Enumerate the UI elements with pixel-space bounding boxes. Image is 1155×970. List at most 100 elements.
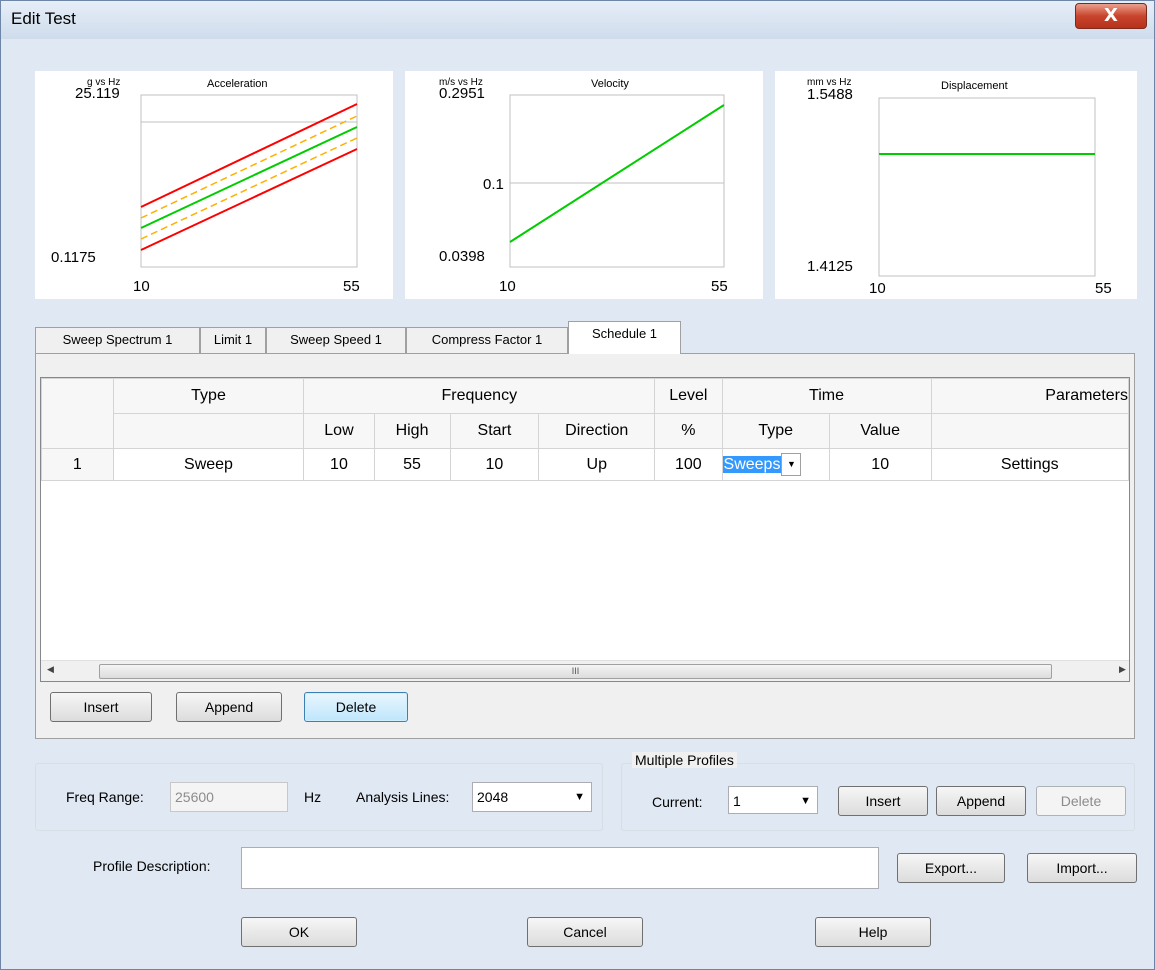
velocity-frame — [509, 94, 725, 268]
close-button[interactable]: X — [1075, 3, 1147, 29]
window-title: Edit Test — [11, 9, 76, 28]
velocity-title: Velocity — [591, 78, 629, 90]
profile-delete-button[interactable]: Delete — [1036, 786, 1126, 816]
subheader-time-value: Value — [828, 413, 932, 449]
velocity-plot: m/s vs Hz 0.2951 Velocity 0.1 0.0398 10 … — [439, 77, 728, 295]
displacement-ymin: 1.4125 — [807, 258, 853, 275]
import-button[interactable]: Import... — [1027, 853, 1137, 883]
cell-time-value[interactable]: 10 — [828, 448, 932, 481]
ok-button[interactable]: OK — [241, 917, 357, 947]
cell-type[interactable]: Sweep — [112, 448, 305, 481]
header-frequency: Frequency — [303, 378, 656, 414]
tab-schedule[interactable]: Schedule 1 — [568, 321, 681, 354]
velocity-xmax: 55 — [711, 278, 728, 295]
acceleration-lower-abort-line — [140, 148, 358, 251]
profile-description-field[interactable] — [241, 847, 879, 889]
displacement-chart: mm vs Hz 1.5488 Displacement 1.4125 10 5… — [775, 71, 1137, 299]
acceleration-upper-abort-line — [140, 103, 358, 208]
current-profile-label: Current: — [652, 794, 703, 810]
current-profile-value: 1 — [733, 793, 741, 809]
multiple-profiles-group: Multiple Profiles Current: 1 ▼ Insert Ap… — [621, 752, 1135, 831]
subheader-parameters-empty — [930, 413, 1129, 449]
header-time: Time — [721, 378, 932, 414]
displacement-ymax: 1.5488 — [807, 86, 853, 103]
acceleration-upper-alarm-line — [140, 115, 358, 219]
horizontal-scrollbar[interactable]: ◀ III ▶ — [41, 660, 1129, 681]
scroll-grip-icon: III — [571, 666, 580, 676]
acceleration-plot: g vs Hz 25.119 Acceleration 0.1175 10 55 — [51, 77, 360, 295]
freq-range-label: Freq Range: — [66, 789, 144, 805]
cell-high[interactable]: 55 — [373, 448, 451, 481]
title-bar[interactable]: Edit Test X — [1, 1, 1154, 39]
header-level: Level — [654, 378, 723, 414]
schedule-panel: Type Frequency Level Time Parameters Low… — [35, 353, 1135, 739]
grid-delete-button[interactable]: Delete — [304, 692, 408, 722]
current-profile-select[interactable]: 1 ▼ — [728, 786, 818, 814]
velocity-chart: m/s vs Hz 0.2951 Velocity 0.1 0.0398 10 … — [405, 71, 763, 299]
acceleration-profile-line — [140, 126, 358, 229]
displacement-title: Displacement — [941, 80, 1008, 92]
close-icon: X — [1104, 5, 1118, 26]
table-row[interactable]: 1 Sweep 10 55 10 Up 100 Sweeps ▼ 10 Setti… — [41, 448, 1129, 481]
chevron-down-icon[interactable]: ▼ — [574, 783, 585, 811]
edit-test-dialog: Edit Test X g vs Hz 25.119 Acceleration … — [0, 0, 1155, 970]
acceleration-chart: g vs Hz 25.119 Acceleration 0.1175 10 55 — [35, 71, 393, 299]
time-type-selected-value[interactable]: Sweeps — [723, 455, 782, 473]
tab-sweep-speed[interactable]: Sweep Speed 1 — [266, 327, 406, 353]
cell-direction[interactable]: Up — [538, 448, 656, 481]
chevron-down-icon[interactable]: ▼ — [800, 787, 811, 815]
analysis-lines-value: 2048 — [477, 789, 509, 805]
tab-sweep-spectrum[interactable]: Sweep Spectrum 1 — [35, 327, 200, 353]
grid-append-button[interactable]: Append — [176, 692, 282, 722]
acceleration-title: Acceleration — [207, 78, 268, 90]
subheader-direction: Direction — [538, 413, 656, 449]
acceleration-xmin: 10 — [133, 278, 150, 295]
help-button[interactable]: Help — [815, 917, 931, 947]
cell-time-type[interactable]: Sweeps ▼ — [721, 448, 830, 481]
scroll-right-icon[interactable]: ▶ — [1119, 664, 1126, 675]
acceleration-ymax: 25.119 — [75, 85, 120, 102]
subheader-type-empty — [112, 413, 305, 449]
tab-compress-factor[interactable]: Compress Factor 1 — [406, 327, 568, 353]
multiple-profiles-legend: Multiple Profiles — [632, 752, 737, 768]
displacement-xmax: 55 — [1095, 280, 1112, 297]
subheader-start: Start — [449, 413, 540, 449]
export-button[interactable]: Export... — [897, 853, 1005, 883]
acceleration-frame — [140, 94, 358, 268]
tab-limit[interactable]: Limit 1 — [200, 327, 266, 353]
schedule-table: Type Frequency Level Time Parameters Low… — [41, 378, 1129, 481]
analysis-lines-select[interactable]: 2048 ▼ — [472, 782, 592, 812]
cell-level[interactable]: 100 — [654, 448, 723, 481]
grid-corner — [41, 378, 114, 449]
header-parameters: Parameters — [930, 378, 1129, 414]
acceleration-ymin: 0.1175 — [51, 249, 96, 266]
analysis-lines-label: Analysis Lines: — [356, 789, 450, 805]
velocity-ymid: 0.1 — [483, 176, 504, 193]
freq-group: Freq Range: 25600 Hz Analysis Lines: 204… — [35, 763, 603, 831]
row-number[interactable]: 1 — [41, 448, 114, 481]
scroll-left-icon[interactable]: ◀ — [47, 664, 54, 675]
profile-insert-button[interactable]: Insert — [838, 786, 928, 816]
chevron-down-icon[interactable]: ▼ — [781, 453, 802, 476]
cancel-button[interactable]: Cancel — [527, 917, 643, 947]
cell-start[interactable]: 10 — [449, 448, 540, 481]
grid-sub-header-row: Low High Start Direction % Type Value — [42, 413, 1129, 449]
velocity-profile-line — [509, 104, 725, 243]
acceleration-lower-alarm-line — [140, 137, 358, 240]
grid-group-header-row: Type Frequency Level Time Parameters — [41, 378, 1129, 449]
subheader-low: Low — [303, 413, 375, 449]
subheader-level-percent: % — [654, 413, 723, 449]
grid-insert-button[interactable]: Insert — [50, 692, 152, 722]
subheader-high: High — [373, 413, 451, 449]
freq-range-field[interactable]: 25600 — [170, 782, 288, 812]
cell-low[interactable]: 10 — [303, 448, 375, 481]
profile-append-button[interactable]: Append — [936, 786, 1026, 816]
velocity-ymin: 0.0398 — [439, 248, 485, 265]
velocity-ymax: 0.2951 — [439, 85, 485, 102]
cell-parameters-settings[interactable]: Settings — [930, 448, 1129, 481]
velocity-xmin: 10 — [499, 278, 516, 295]
scrollbar-thumb[interactable]: III — [99, 664, 1052, 679]
schedule-grid: Type Frequency Level Time Parameters Low… — [40, 377, 1130, 682]
header-type: Type — [112, 378, 305, 414]
acceleration-xmax: 55 — [343, 278, 360, 295]
